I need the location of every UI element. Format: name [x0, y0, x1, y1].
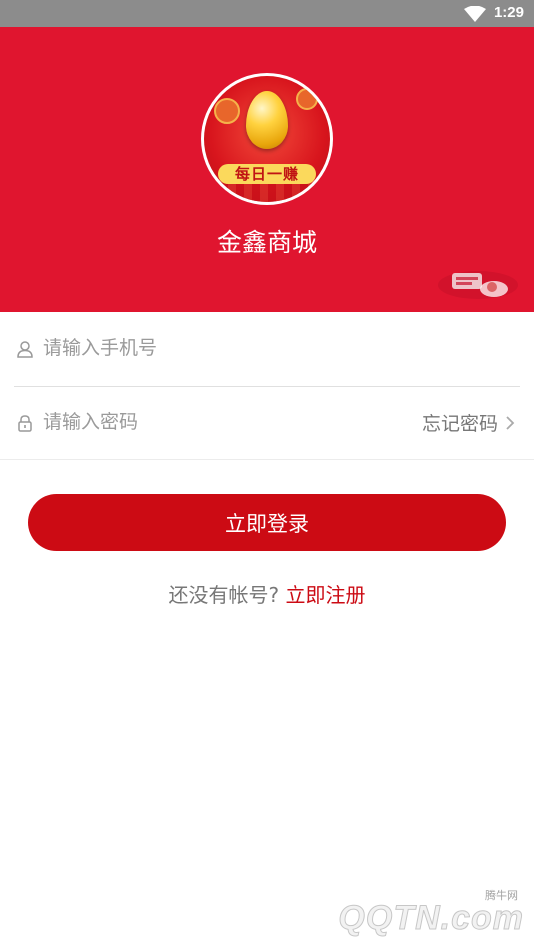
forgot-password-label: 忘记密码 — [421, 413, 498, 435]
lock-icon — [18, 415, 32, 432]
register-link[interactable]: 立即注册 — [285, 583, 365, 607]
golden-egg-icon — [246, 91, 288, 149]
header-banner: 每日一赚 金鑫商城 — [0, 27, 534, 312]
forgot-password-link[interactable]: 忘记密码 — [422, 409, 516, 436]
password-field-row: 忘记密码 — [0, 386, 534, 459]
wifi-icon — [464, 6, 486, 22]
fan-decoration-icon — [214, 98, 240, 124]
fan-decoration-icon — [296, 88, 318, 110]
watermark-big-text: QQTN.com — [338, 899, 524, 938]
logo-banner-text: 每日一赚 — [218, 164, 316, 184]
phone-input[interactable] — [43, 332, 403, 364]
decoration-image — [438, 271, 518, 299]
password-input[interactable] — [43, 406, 383, 438]
logo-image: 每日一赚 — [204, 76, 330, 202]
register-question: 还没有帐号? — [168, 583, 280, 607]
chevron-right-icon — [506, 415, 515, 430]
app-title: 金鑫商城 — [216, 228, 317, 257]
status-bar: 1:29 — [0, 0, 534, 27]
status-time: 1:29 — [493, 4, 524, 21]
phone-field-row — [0, 312, 534, 385]
register-prompt: 还没有帐号? 立即注册 — [0, 579, 534, 608]
login-button[interactable]: 立即登录 — [28, 494, 506, 551]
form-bottom-divider — [0, 459, 534, 460]
watermark-logo: 腾牛网 QQTN.com — [320, 885, 530, 945]
app-logo: 每日一赚 — [201, 73, 333, 205]
user-icon — [17, 341, 33, 358]
